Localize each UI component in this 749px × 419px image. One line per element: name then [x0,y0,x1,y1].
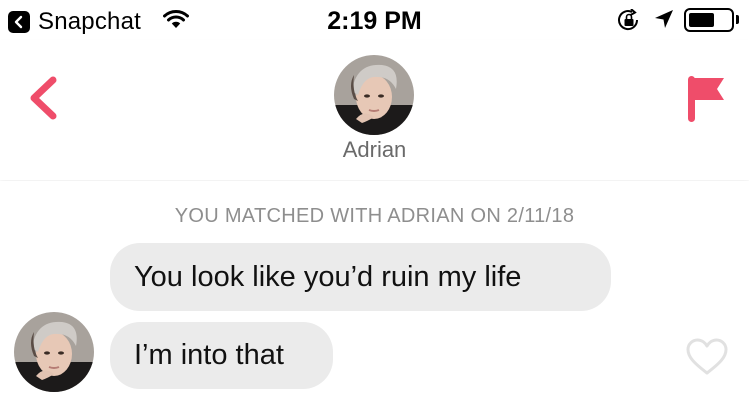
battery-nub [736,15,739,24]
message-text: You look like you’d ruin my life [134,260,522,293]
contact-name: Adrian [342,137,407,162]
chat-header: Adrian [0,40,749,180]
message-bubble[interactable]: You look like you’d ruin my life [110,243,611,311]
avatar[interactable] [334,55,414,135]
message-bubble[interactable]: I’m into that [110,322,333,389]
sender-avatar[interactable] [14,312,94,392]
match-notice: YOU MATCHED WITH ADRIAN ON 2/11/18 [174,205,575,227]
rotation-lock-icon [617,8,641,36]
heart-icon[interactable] [686,338,728,381]
battery-level [689,13,714,27]
flag-icon[interactable] [688,76,726,127]
status-bar: Snapchat 2:19 PM [0,0,749,40]
message-text: I’m into that [134,339,284,371]
back-chevron-icon[interactable] [28,76,58,125]
location-arrow-icon [654,9,674,34]
battery-icon [684,8,734,32]
